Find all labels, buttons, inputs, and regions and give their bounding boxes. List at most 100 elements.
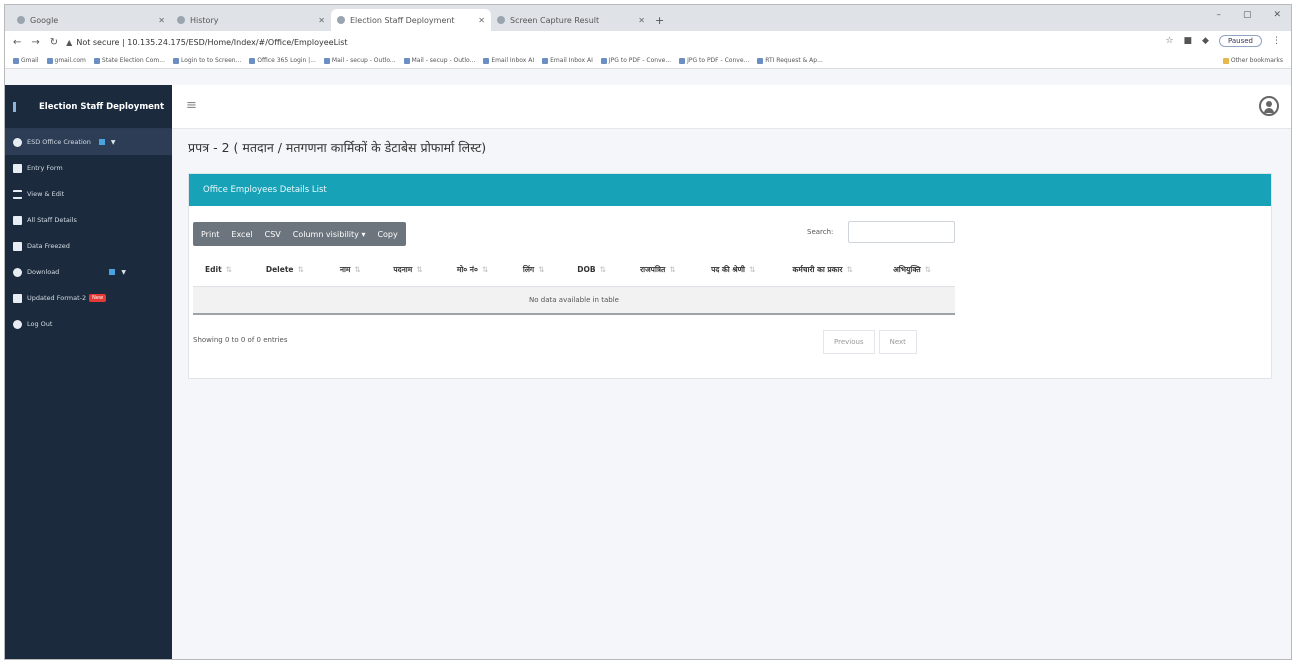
column-visibility-button[interactable]: Column visibility ▾ xyxy=(293,230,366,239)
page-title: प्रपत्र - 2 ( मतदान / मतगणना कार्मिकों क… xyxy=(188,140,487,155)
browser-tab-google[interactable]: Google ✕ xyxy=(11,9,171,31)
sort-icon: ⇅ xyxy=(599,265,606,275)
logo-icon xyxy=(13,101,27,112)
form-icon xyxy=(13,163,22,173)
power-icon xyxy=(13,319,22,329)
hamburger-menu-icon[interactable]: ≡ xyxy=(186,98,197,113)
bookmark[interactable]: JPG to PDF - Conve... xyxy=(679,57,749,64)
download-icon xyxy=(13,267,22,277)
forward-arrow-icon[interactable]: → xyxy=(31,37,39,48)
empty-table-message: No data available in table xyxy=(193,286,955,315)
bookmark-icon xyxy=(679,57,686,64)
bookmark-icon xyxy=(249,57,256,64)
sort-icon: ⇅ xyxy=(749,264,756,274)
extension-icon[interactable]: ■ xyxy=(1184,36,1193,46)
minimize-icon[interactable]: – xyxy=(1216,10,1221,20)
bookmark[interactable]: State Election Com... xyxy=(93,57,165,64)
column-header-gazetted[interactable]: राजपत्रित ⇅ xyxy=(628,254,700,287)
browser-window: Google ✕ History ✕ Election Staff Deploy… xyxy=(4,4,1292,660)
column-header-post-category[interactable]: पद की श्रेणी ⇅ xyxy=(699,254,781,287)
bookmark[interactable]: gmail.com xyxy=(46,57,86,64)
star-icon[interactable]: ☆ xyxy=(1165,36,1173,46)
copy-button[interactable]: Copy xyxy=(377,230,397,239)
sort-icon: ⇅ xyxy=(297,265,304,275)
sidebar-item-label: All Staff Details xyxy=(27,216,77,224)
sidebar-item-label: Download xyxy=(27,268,60,276)
column-header-delete[interactable]: Delete ⇅ xyxy=(253,254,328,287)
sidebar-item-data-freezed[interactable]: Data Freezed xyxy=(5,233,172,259)
column-header-edit[interactable]: Edit ⇅ xyxy=(193,254,254,287)
column-header-mobile[interactable]: मो० नं० ⇅ xyxy=(444,254,511,287)
browser-tab-history[interactable]: History ✕ xyxy=(171,9,331,31)
sidebar-item-view-edit[interactable]: View & Edit xyxy=(5,181,172,207)
column-header-employee-type[interactable]: कर्मचारी का प्रकार ⇅ xyxy=(780,254,882,287)
employees-table: Edit ⇅ Delete ⇅ नाम ⇅ पदनाम ⇅ मो० नं० ⇅ लिंग ⇅… xyxy=(193,254,955,315)
print-button[interactable]: Print xyxy=(201,230,219,239)
close-tab-icon[interactable]: ✕ xyxy=(478,16,485,25)
excel-button[interactable]: Excel xyxy=(231,230,252,239)
reload-icon[interactable]: ↻ xyxy=(50,37,58,48)
badge xyxy=(109,269,116,275)
csv-button[interactable]: CSV xyxy=(265,230,281,239)
bookmark-icon xyxy=(403,57,410,64)
sidebar-item-label: Data Freezed xyxy=(27,242,70,250)
bookmark-icon xyxy=(542,57,549,64)
column-header-remarks[interactable]: अभियुक्ति ⇅ xyxy=(881,254,955,287)
url-field[interactable]: Not secure | 10.135.24.175/ESD/Home/Inde… xyxy=(76,38,347,47)
sidebar-item-label: Log Out xyxy=(27,320,53,328)
menu-dots-icon[interactable]: ⋮ xyxy=(1272,36,1281,46)
close-tab-icon[interactable]: ✕ xyxy=(638,16,645,25)
bookmark[interactable]: JPG to PDF - Conve... xyxy=(600,57,671,64)
sidebar-item-download[interactable]: Download ▼ xyxy=(5,259,172,285)
office-icon xyxy=(13,137,22,147)
bookmark[interactable]: Gmail xyxy=(13,57,39,64)
close-window-icon[interactable]: ✕ xyxy=(1273,10,1281,20)
back-arrow-icon[interactable]: ← xyxy=(13,37,21,48)
brand[interactable]: Election Staff Deployment xyxy=(5,85,172,129)
sidebar-item-log-out[interactable]: Log Out xyxy=(5,311,172,337)
sidebar-item-all-staff-details[interactable]: All Staff Details xyxy=(5,207,172,233)
google-favicon-icon xyxy=(17,16,25,24)
bookmark[interactable]: Mail - secup - Outlo... xyxy=(323,57,396,64)
sidebar-item-esd-office-creation[interactable]: ESD Office Creation ▼ xyxy=(5,129,172,155)
column-header-designation[interactable]: पदनाम ⇅ xyxy=(381,254,445,287)
next-page-button[interactable]: Next xyxy=(878,330,917,354)
other-bookmarks[interactable]: Other bookmarks xyxy=(1222,57,1283,64)
sort-icon: ⇅ xyxy=(354,264,361,274)
users-icon xyxy=(13,241,22,251)
bookmark[interactable]: Office 365 Login |... xyxy=(249,57,316,64)
list-icon xyxy=(13,189,22,199)
table-row: No data available in table xyxy=(193,286,955,315)
maximize-icon[interactable]: ▢ xyxy=(1243,10,1252,20)
column-header-gender[interactable]: लिंग ⇅ xyxy=(510,254,566,287)
brand-title: Election Staff Deployment xyxy=(39,101,165,112)
entries-info: Showing 0 to 0 of 0 entries xyxy=(193,336,288,344)
profile-paused-button[interactable]: Paused xyxy=(1218,35,1262,47)
puzzle-icon[interactable]: ◆ xyxy=(1202,36,1209,46)
sidebar-item-updated-format-2[interactable]: Updated Format-2 New xyxy=(5,285,172,311)
bookmark[interactable]: RTI Request & Ap... xyxy=(757,57,823,64)
bookmark[interactable]: Mail - secup - Outlo... xyxy=(403,57,475,64)
previous-page-button[interactable]: Previous xyxy=(823,330,875,354)
column-header-dob[interactable]: DOB ⇅ xyxy=(565,254,629,287)
new-tab-button[interactable]: + xyxy=(655,14,664,27)
search-input[interactable] xyxy=(848,221,955,243)
new-badge: New xyxy=(89,294,107,302)
bookmark[interactable]: Email Inbox AI xyxy=(483,57,534,64)
caret-down-icon: ▼ xyxy=(121,268,126,276)
browser-tab-screen-capture[interactable]: Screen Capture Result ✕ xyxy=(491,9,651,31)
badge xyxy=(98,139,105,145)
close-tab-icon[interactable]: ✕ xyxy=(318,16,325,25)
sidebar-item-entry-form[interactable]: Entry Form xyxy=(5,155,172,181)
warning-icon[interactable]: ▲ xyxy=(66,38,72,47)
bookmark[interactable]: Email Inbox AI xyxy=(542,57,593,64)
sort-icon: ⇅ xyxy=(538,264,545,274)
tab-title: History xyxy=(190,15,219,25)
user-account-icon[interactable] xyxy=(1259,96,1279,116)
bookmark[interactable]: Login to to Screen... xyxy=(172,57,241,64)
top-navbar: ≡ xyxy=(172,85,1291,129)
employees-card: Office Employees Details List Print Exce… xyxy=(188,173,1272,379)
column-header-name[interactable]: नाम ⇅ xyxy=(327,254,382,287)
close-tab-icon[interactable]: ✕ xyxy=(158,16,165,25)
browser-tab-election-staff[interactable]: Election Staff Deployment ✕ xyxy=(331,9,491,31)
